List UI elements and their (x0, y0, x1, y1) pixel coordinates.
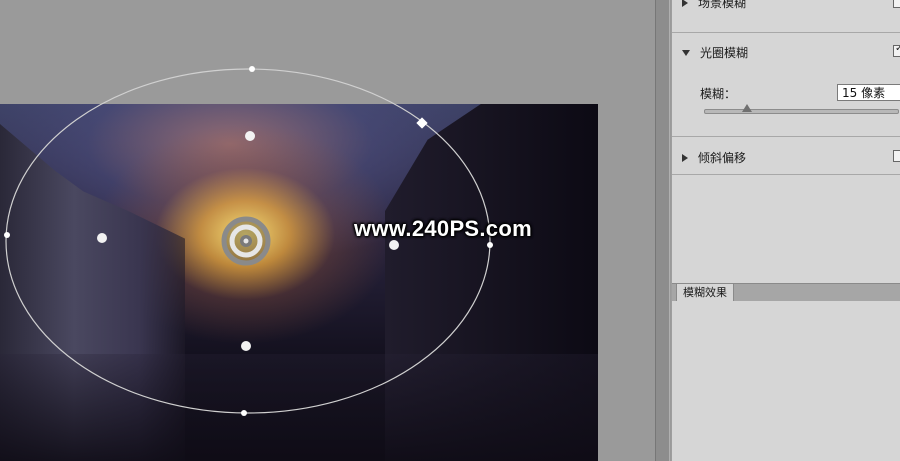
blur-amount-label: 模糊： (700, 87, 737, 101)
section-header-field-blur[interactable]: 场景模糊 (682, 0, 746, 11)
tilt-shift-checkbox[interactable] (893, 150, 900, 162)
blur-amount-input[interactable] (837, 84, 900, 101)
iris-blur-checkbox[interactable]: ✓ (893, 43, 900, 57)
blur-slider-thumb[interactable] (741, 104, 752, 112)
handle-point-icon[interactable] (241, 410, 247, 416)
iris-blur-overlay (4, 66, 493, 416)
panel-divider[interactable] (655, 0, 670, 461)
expand-triangle-icon[interactable] (682, 0, 688, 7)
blur-tools-panel: 场景模糊 光圈模糊 ✓ 模糊： 倾斜偏移 模糊效果 (671, 0, 900, 461)
handle-point-icon[interactable] (487, 242, 493, 248)
blur-slider-track[interactable] (704, 109, 899, 114)
feather-point-icon[interactable] (241, 341, 251, 351)
expand-triangle-icon[interactable] (682, 153, 688, 162)
effects-tab-bar: 模糊效果 (672, 283, 900, 302)
collapse-triangle-icon[interactable] (682, 49, 690, 56)
field-blur-label: 场景模糊 (698, 0, 747, 10)
section-header-tilt-shift[interactable]: 倾斜偏移 (682, 149, 746, 166)
pin-center-icon[interactable] (221, 216, 271, 266)
tab-blur-effects[interactable]: 模糊效果 (676, 284, 734, 301)
feather-point-icon[interactable] (245, 131, 255, 141)
iris-blur-label: 光圈模糊 (700, 46, 749, 60)
field-blur-checkbox[interactable] (893, 0, 900, 8)
canvas-workspace[interactable]: www.240PS.com (0, 0, 655, 461)
effects-tab-body (672, 301, 900, 461)
handle-point-icon[interactable] (4, 232, 10, 238)
tilt-shift-label: 倾斜偏移 (698, 151, 747, 165)
handle-point-icon[interactable] (249, 66, 255, 72)
section-tilt-shift: 倾斜偏移 (672, 137, 900, 175)
watermark-text: www.240PS.com (354, 216, 532, 241)
section-header-iris-blur[interactable]: 光圈模糊 (682, 44, 748, 61)
feather-point-icon[interactable] (97, 233, 107, 243)
section-field-blur: 场景模糊 (672, 0, 900, 33)
